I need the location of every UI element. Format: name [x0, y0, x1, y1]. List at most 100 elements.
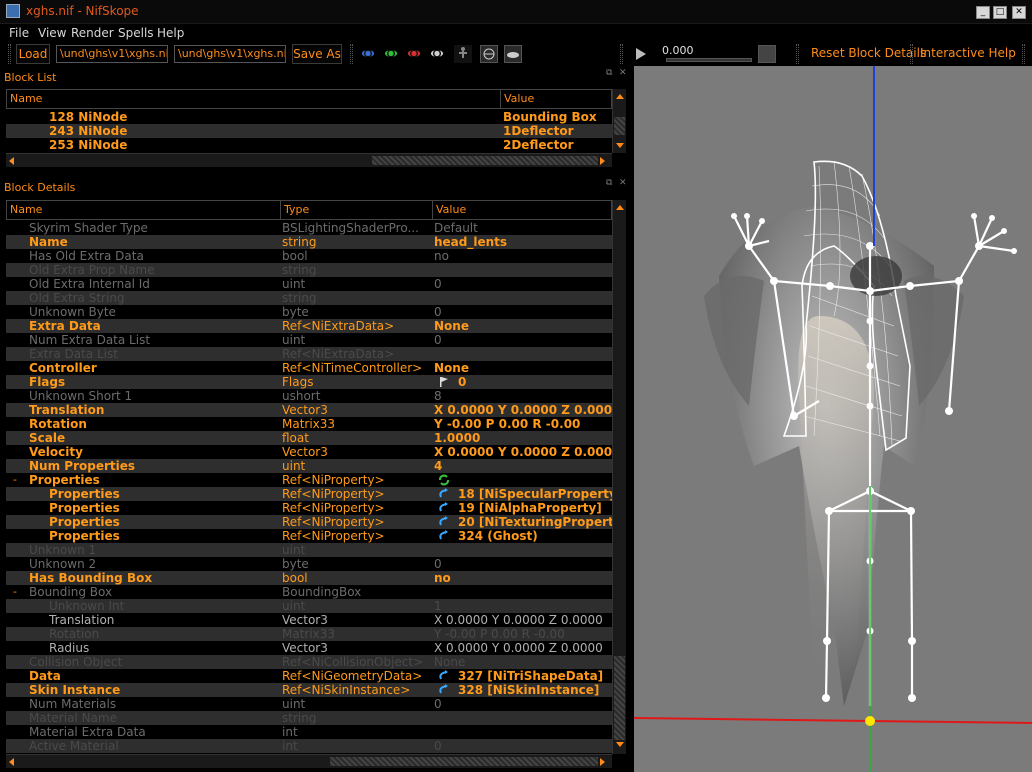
row-value[interactable]: 327 [NiTriShapeData]	[458, 669, 612, 683]
block-details-row[interactable]: Old Extra String string	[6, 291, 612, 305]
link-icon[interactable]	[438, 488, 450, 500]
block-details-row[interactable]: Has Old Extra Data bool no	[6, 249, 612, 263]
play-icon[interactable]	[636, 48, 646, 60]
save-path-field[interactable]: \und\ghs\v1\xghs.nif	[174, 45, 286, 63]
block-details-row[interactable]: Unknown 1 uint	[6, 543, 612, 557]
time-slider[interactable]	[666, 58, 752, 62]
block-details-row[interactable]: Unknown Short 1 ushort 8	[6, 389, 612, 403]
block-list-vscroll[interactable]	[612, 89, 626, 153]
block-details-row[interactable]: Skyrim Shader Type BSLightingShaderPro...…	[6, 221, 612, 235]
block-details-row[interactable]: - Properties Ref<NiProperty>	[6, 473, 612, 487]
flag-icon[interactable]	[438, 376, 450, 388]
block-details-vscroll[interactable]	[612, 200, 626, 754]
block-details-row[interactable]: Rotation Matrix33 Y -0.00 P 0.00 R -0.00	[6, 627, 612, 641]
block-details-row[interactable]: Num Materials uint 0	[6, 697, 612, 711]
row-value[interactable]: X 0.0000 Y 0.0000 Z 0.0000	[434, 403, 612, 417]
textures-toggle-icon[interactable]	[504, 45, 522, 63]
block-details-row[interactable]: Name string head_lents	[6, 235, 612, 249]
block-details-row[interactable]: Num Extra Data List uint 0	[6, 333, 612, 347]
link-icon[interactable]	[438, 502, 450, 514]
interactive-help-button[interactable]: Interactive Help	[920, 46, 1016, 60]
menu-file[interactable]: File	[9, 26, 29, 40]
block-details-row[interactable]: Data Ref<NiGeometryData> 327 [NiTriShapeDa…	[6, 669, 612, 683]
toolbar-grip[interactable]	[1022, 44, 1025, 64]
row-value[interactable]: 4	[434, 459, 612, 473]
block-list-row[interactable]: 128 NiNode Bounding Box	[6, 110, 612, 124]
load-path-field[interactable]: \und\ghs\v1\xghs.nif	[56, 45, 168, 63]
column-header-value[interactable]: Value	[501, 90, 613, 108]
column-header-name[interactable]: Name	[7, 201, 281, 219]
tree-collapse-icon[interactable]: -	[13, 585, 17, 599]
block-details-row[interactable]: Controller Ref<NiTimeController> None	[6, 361, 612, 375]
block-details-row[interactable]: Velocity Vector3 X 0.0000 Y 0.0000 Z 0.000…	[6, 445, 612, 459]
pane-float-icon[interactable]: ⧉	[606, 178, 612, 188]
close-button[interactable]: ✕	[1012, 6, 1026, 19]
toolbar-grip[interactable]	[8, 44, 11, 64]
block-details-row[interactable]: Material Name string	[6, 711, 612, 725]
link-icon[interactable]	[438, 670, 450, 682]
block-details-row[interactable]: Properties Ref<NiProperty> 324 (Ghost)	[6, 529, 612, 543]
block-details-row[interactable]: Unknown Int uint 1	[6, 599, 612, 613]
link-icon[interactable]	[438, 516, 450, 528]
row-value[interactable]: 324 (Ghost)	[458, 529, 612, 543]
block-details-row[interactable]: Properties Ref<NiProperty> 19 [NiAlphaProp…	[6, 501, 612, 515]
block-list-hscroll[interactable]	[6, 153, 612, 167]
block-details-hscroll[interactable]	[6, 754, 612, 768]
row-value[interactable]: 0	[458, 375, 612, 389]
minimize-button[interactable]: _	[976, 6, 990, 19]
column-header-value[interactable]: Value	[433, 201, 613, 219]
maximize-button[interactable]: □	[993, 6, 1007, 19]
toolbar-grip[interactable]	[796, 44, 799, 64]
row-value[interactable]: 328 [NiSkinInstance]	[458, 683, 612, 697]
link-icon[interactable]	[438, 530, 450, 542]
block-details-row[interactable]: Num Properties uint 4	[6, 459, 612, 473]
row-value[interactable]: 18 [NiSpecularProperty]	[458, 487, 612, 501]
block-details-row[interactable]: Skin Instance Ref<NiSkinInstance> 328 [NiS…	[6, 683, 612, 697]
eye-blue-icon[interactable]	[362, 50, 374, 57]
reset-block-details-button[interactable]: Reset Block Details	[811, 46, 926, 60]
block-details-row[interactable]: Translation Vector3 X 0.0000 Y 0.0000 Z 0.…	[6, 613, 612, 627]
menu-view[interactable]: View	[38, 26, 66, 40]
wireframe-toggle-icon[interactable]	[480, 45, 498, 63]
eye-red-icon[interactable]	[408, 50, 420, 57]
pane-close-icon[interactable]: ✕	[619, 178, 627, 188]
block-details-row[interactable]: Extra Data List Ref<NiExtraData>	[6, 347, 612, 361]
row-value[interactable]: 19 [NiAlphaProperty]	[458, 501, 612, 515]
menu-spells[interactable]: Spells	[118, 26, 154, 40]
block-details-row[interactable]: Material Extra Data int	[6, 725, 612, 739]
tree-collapse-icon[interactable]: -	[13, 473, 17, 487]
pane-close-icon[interactable]: ✕	[619, 68, 627, 78]
eye-white-icon[interactable]	[431, 50, 443, 57]
block-list-row[interactable]: 243 NiNode 1Deflector	[6, 124, 612, 138]
row-value[interactable]: 1.0000	[434, 431, 612, 445]
row-value[interactable]: no	[434, 571, 612, 585]
load-button[interactable]: Load	[16, 44, 50, 64]
block-details-row[interactable]: Flags Flags 0	[6, 375, 612, 389]
row-value[interactable]: 20 [NiTexturingProperty]	[458, 515, 612, 529]
block-details-row[interactable]: Radius Vector3 X 0.0000 Y 0.0000 Z 0.0000	[6, 641, 612, 655]
toolbar-grip[interactable]	[620, 44, 623, 64]
block-details-row[interactable]: Scale float 1.0000	[6, 431, 612, 445]
block-details-row[interactable]: Has Bounding Box bool no	[6, 571, 612, 585]
toolbar-grip[interactable]	[350, 44, 353, 64]
row-value[interactable]: None	[434, 319, 612, 333]
block-details-row[interactable]: Active Material int 0	[6, 739, 612, 753]
row-value[interactable]: None	[434, 361, 612, 375]
block-details-row[interactable]: Unknown 2 byte 0	[6, 557, 612, 571]
block-details-row[interactable]: Properties Ref<NiProperty> 18 [NiSpecularP…	[6, 487, 612, 501]
row-value[interactable]: head_lents	[434, 235, 612, 249]
row-value[interactable]: Y -0.00 P 0.00 R -0.00	[434, 417, 612, 431]
block-details-row[interactable]: Rotation Matrix33 Y -0.00 P 0.00 R -0.00	[6, 417, 612, 431]
block-list-row[interactable]: 253 NiNode 2Deflector	[6, 138, 612, 152]
menu-help[interactable]: Help	[157, 26, 184, 40]
eye-green-icon[interactable]	[385, 50, 397, 57]
toolbar-grip[interactable]	[910, 44, 913, 64]
save-as-button[interactable]: Save As	[292, 44, 342, 64]
link-icon[interactable]	[438, 684, 450, 696]
menu-render[interactable]: Render	[71, 26, 114, 40]
block-details-row[interactable]: Unknown Byte byte 0	[6, 305, 612, 319]
render-viewport[interactable]	[634, 66, 1032, 772]
block-details-row[interactable]: Properties Ref<NiProperty> 20 [NiTexturing…	[6, 515, 612, 529]
block-details-row[interactable]: - Bounding Box BoundingBox	[6, 585, 612, 599]
block-details-row[interactable]: Old Extra Internal Id uint 0	[6, 277, 612, 291]
